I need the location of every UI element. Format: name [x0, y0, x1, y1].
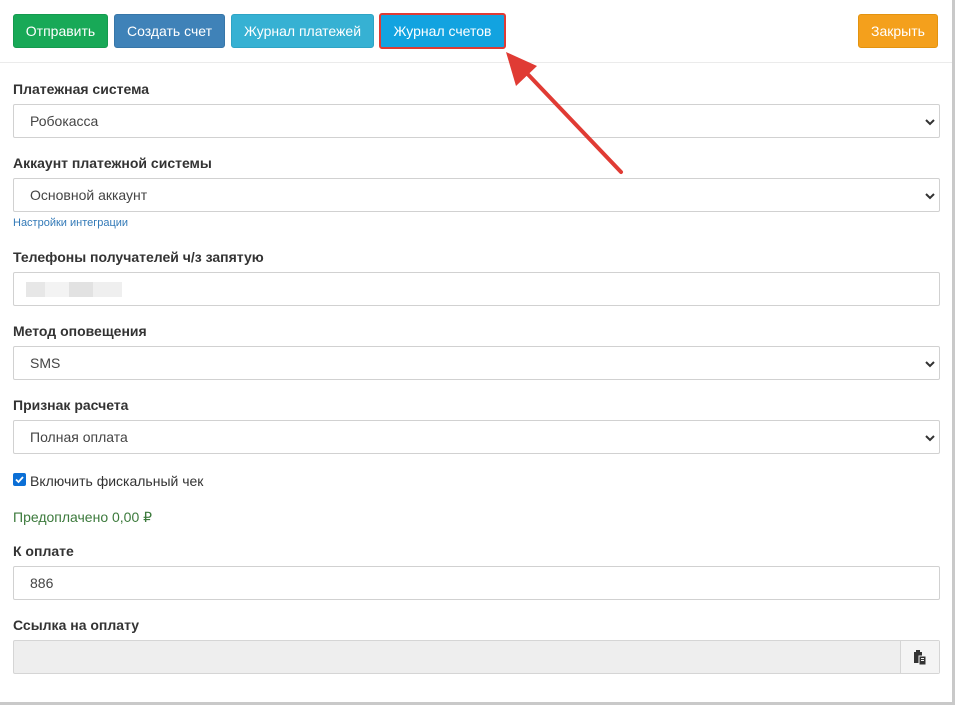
amount-label: К оплате [13, 543, 74, 559]
payments-log-button[interactable]: Журнал платежей [231, 14, 374, 48]
chevron-down-icon [925, 435, 935, 442]
account-label: Аккаунт платежной системы [13, 155, 212, 171]
clipboard-icon [914, 650, 927, 665]
modal-frame: Отправить Создать счет Журнал платежей Ж… [0, 0, 955, 705]
payment-system-label: Платежная система [13, 81, 150, 97]
send-button[interactable]: Отправить [13, 14, 108, 48]
prepaid-text: Предоплачено 0,00 ₽ [13, 509, 153, 525]
fiscal-check-label: Включить фискальный чек [30, 473, 204, 489]
amount-input[interactable]: 886 [13, 566, 940, 600]
chevron-down-icon [925, 193, 935, 200]
amount-value: 886 [30, 575, 54, 591]
notify-method-value: SMS [30, 355, 61, 371]
pay-link-field[interactable] [13, 640, 940, 674]
payment-sign-label: Признак расчета [13, 397, 129, 413]
phones-label: Телефоны получателей ч/з запятую [13, 249, 264, 265]
chevron-down-icon [925, 119, 935, 126]
invoices-log-button[interactable]: Журнал счетов [379, 13, 506, 49]
phones-input[interactable] [13, 272, 940, 306]
account-value: Основной аккаунт [30, 187, 148, 203]
toolbar: Отправить Создать счет Журнал платежей Ж… [0, 0, 952, 63]
notify-method-select[interactable]: SMS [13, 346, 940, 380]
notify-method-label: Метод оповещения [13, 323, 147, 339]
redacted-phone [26, 282, 122, 297]
account-select[interactable]: Основной аккаунт [13, 178, 940, 212]
payment-sign-value: Полная оплата [30, 429, 128, 445]
fiscal-checkbox[interactable] [13, 473, 26, 486]
pay-link-label: Ссылка на оплату [13, 617, 140, 633]
copy-button[interactable] [900, 641, 939, 673]
integration-settings-link[interactable]: Настройки интеграции [13, 217, 128, 229]
check-icon [15, 476, 24, 484]
payment-system-select[interactable]: Робокасса [13, 104, 940, 138]
close-button[interactable]: Закрыть [858, 14, 938, 48]
create-invoice-button[interactable]: Создать счет [114, 14, 225, 48]
payment-system-value: Робокасса [30, 113, 99, 129]
chevron-down-icon [925, 361, 935, 368]
payment-sign-select[interactable]: Полная оплата [13, 420, 940, 454]
